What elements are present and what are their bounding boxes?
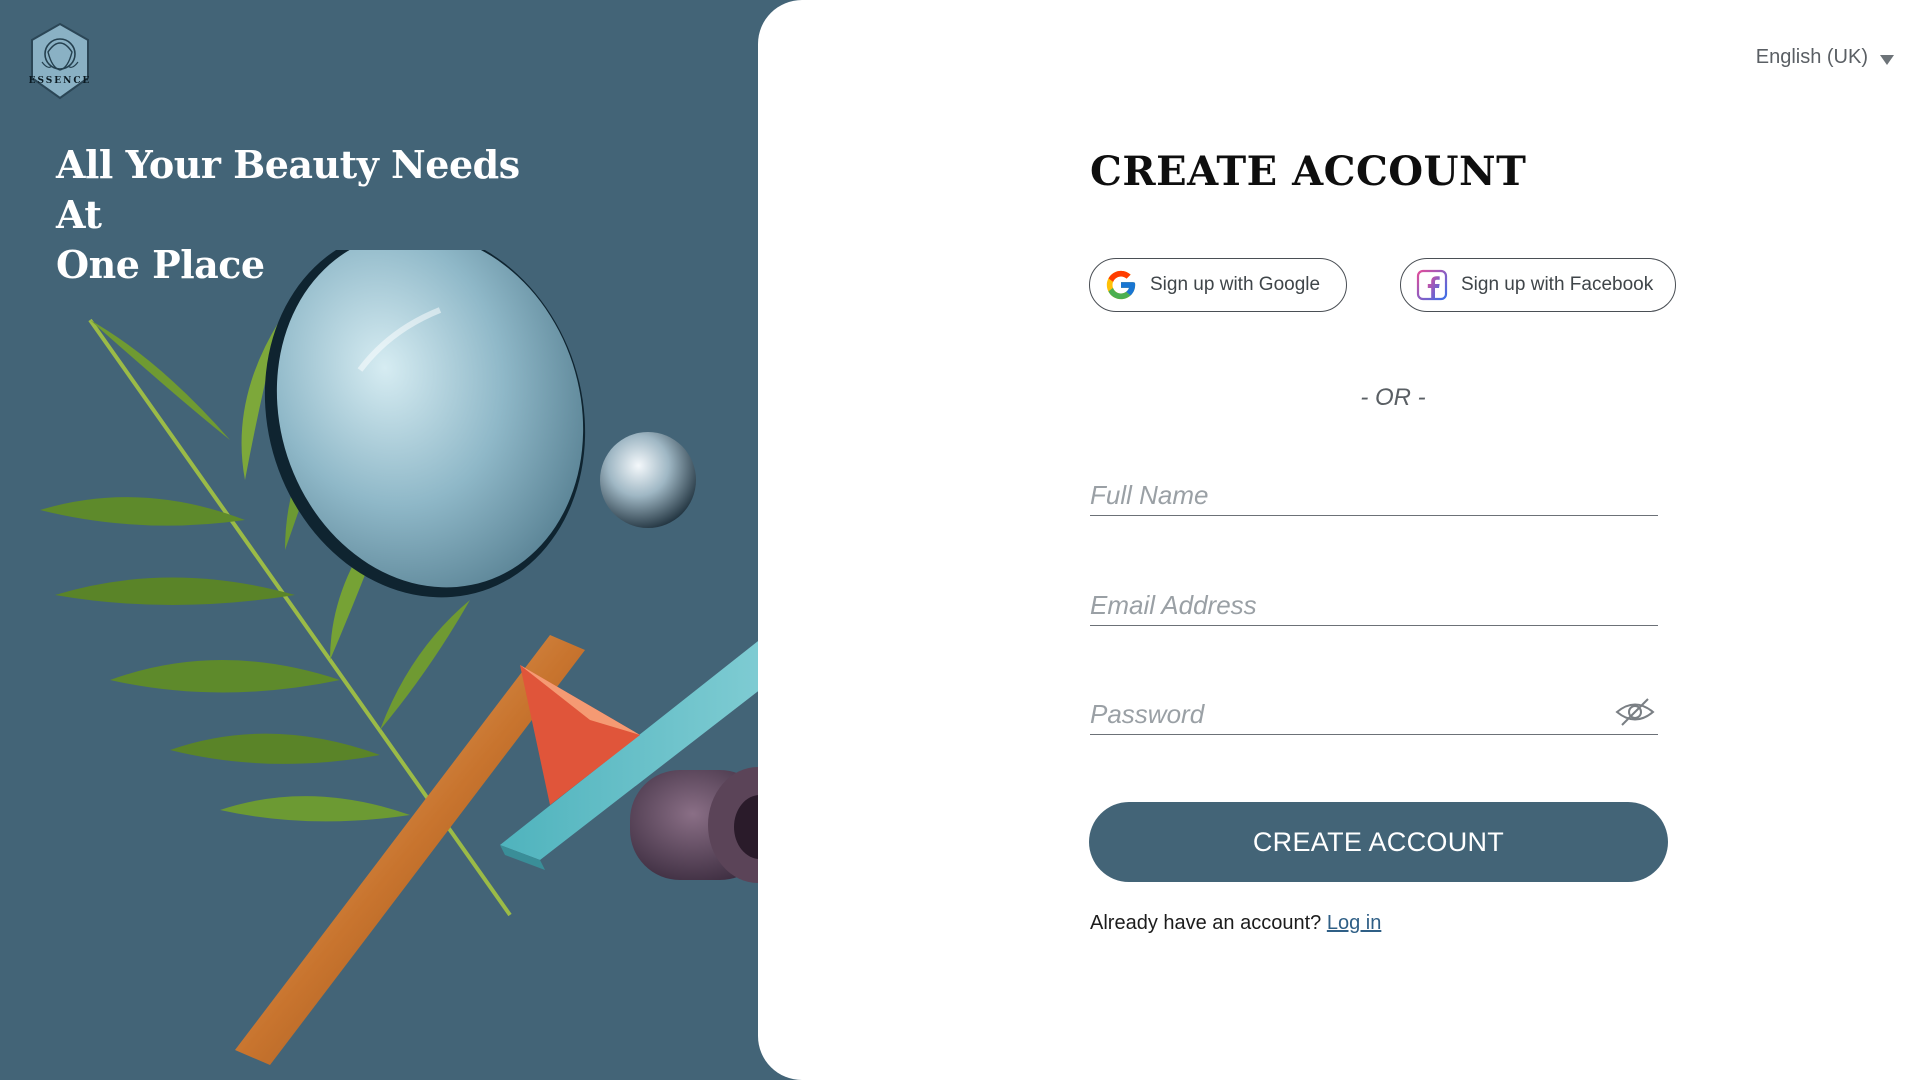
password-field-wrapper (1090, 681, 1658, 735)
email-field-wrapper (1090, 572, 1658, 626)
facebook-icon (1416, 269, 1448, 301)
chevron-down-icon (1880, 54, 1894, 65)
login-prompt-text: Already have an account? (1090, 912, 1322, 934)
form-title: CREATE ACCOUNT (1090, 148, 1527, 195)
language-selector[interactable]: English (UK) (1756, 46, 1894, 69)
google-icon (1106, 270, 1136, 300)
email-input[interactable] (1090, 572, 1658, 625)
logo-text: ESSENCE (28, 76, 92, 86)
google-signup-button[interactable]: Sign up with Google (1089, 258, 1347, 312)
facebook-button-label: Sign up with Facebook (1461, 274, 1654, 295)
google-button-label: Sign up with Google (1150, 274, 1321, 295)
password-input[interactable] (1090, 681, 1658, 734)
logo-emblem-icon (31, 22, 89, 100)
brand-logo[interactable]: ESSENCE (28, 22, 92, 102)
language-selected: English (UK) (1755, 46, 1868, 68)
hero-panel: ESSENCE All Your Beauty Needs At One Pla… (0, 0, 850, 1080)
login-prompt: Already have an account? Log in (1090, 912, 1381, 935)
create-account-button[interactable]: CREATE ACCOUNT (1089, 802, 1668, 882)
facebook-signup-button[interactable]: Sign up with Facebook (1400, 258, 1676, 312)
signup-card: English (UK) CREATE ACCOUNT Sign up with… (758, 0, 1920, 1080)
glass-bubble (600, 432, 696, 528)
full-name-field-wrapper (1090, 462, 1658, 516)
login-link[interactable]: Log in (1327, 912, 1382, 934)
hero-illustration (40, 250, 850, 1065)
hero-headline-line-1: All Your Beauty Needs At (56, 142, 520, 237)
glass-lens (264, 250, 586, 598)
full-name-input[interactable] (1090, 462, 1658, 515)
or-divider: - OR - (1360, 384, 1426, 411)
eye-off-icon[interactable] (1614, 695, 1656, 729)
